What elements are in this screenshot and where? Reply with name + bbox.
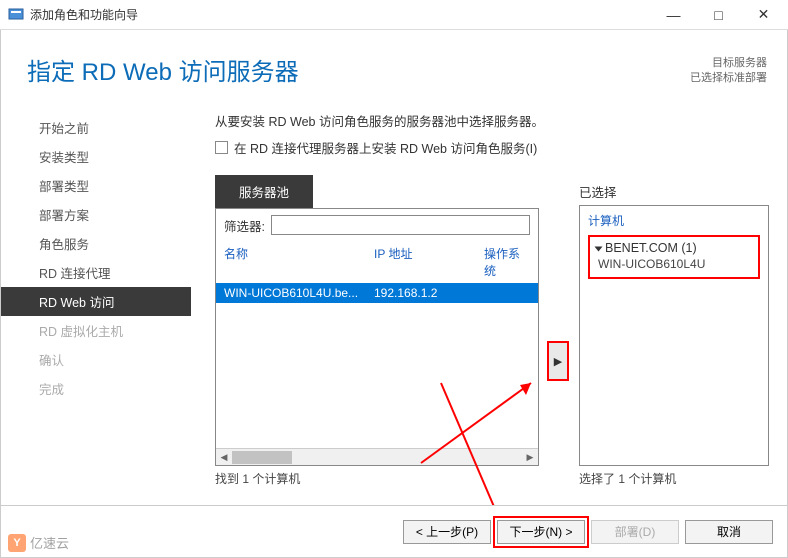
selected-header: 计算机 <box>588 212 760 229</box>
wizard-nav: 开始之前 安装类型 部署类型 部署方案 角色服务 RD 连接代理 RD Web … <box>1 93 191 505</box>
selected-box: 计算机 BENET.COM (1) WIN-UICOB610L4U <box>579 205 769 466</box>
target-info: 目标服务器 已选择标准部署 <box>690 56 767 87</box>
nav-confirm[interactable]: 确认 <box>1 345 191 374</box>
col-name[interactable]: 名称 <box>224 245 374 279</box>
minimize-button[interactable]: — <box>651 0 696 29</box>
cancel-button[interactable]: 取消 <box>685 520 773 544</box>
selected-label: 已选择 <box>579 175 769 201</box>
column-headers: 名称 IP 地址 操作系统 <box>216 241 538 283</box>
nav-before-begin[interactable]: 开始之前 <box>1 113 191 142</box>
nav-complete[interactable]: 完成 <box>1 374 191 403</box>
page-title: 指定 RD Web 访问服务器 <box>27 52 690 87</box>
add-server-button[interactable]: ▶ <box>547 341 569 381</box>
nav-deploy-scenario[interactable]: 部署方案 <box>1 200 191 229</box>
install-on-broker-checkbox[interactable] <box>215 141 228 154</box>
col-os[interactable]: 操作系统 <box>484 245 530 279</box>
app-icon <box>8 7 24 23</box>
filter-label: 筛选器: <box>224 216 265 235</box>
scroll-left-icon[interactable]: ◀ <box>216 449 232 466</box>
expand-icon[interactable] <box>595 246 603 251</box>
next-button[interactable]: 下一步(N) > <box>497 520 585 544</box>
selected-group[interactable]: BENET.COM (1) WIN-UICOB610L4U <box>588 235 760 279</box>
col-ip[interactable]: IP 地址 <box>374 245 484 279</box>
filter-input[interactable] <box>271 215 530 235</box>
watermark: Y 亿速云 <box>8 533 69 552</box>
install-on-broker-label: 在 RD 连接代理服务器上安装 RD Web 访问角色服务(I) <box>234 138 537 157</box>
nav-rd-web[interactable]: RD Web 访问 <box>1 287 191 316</box>
server-row[interactable]: WIN-UICOB610L4U.be... 192.168.1.2 <box>216 283 538 303</box>
watermark-icon: Y <box>8 534 26 552</box>
server-pool-box: 筛选器: 名称 IP 地址 操作系统 WIN-UICOB610L4U.be...… <box>215 208 539 466</box>
nav-role-services[interactable]: 角色服务 <box>1 229 191 258</box>
previous-button[interactable]: < 上一步(P) <box>403 520 491 544</box>
nav-install-type[interactable]: 安装类型 <box>1 142 191 171</box>
server-pool-tab[interactable]: 服务器池 <box>215 175 313 208</box>
horizontal-scrollbar[interactable]: ◀ ▶ <box>216 448 538 465</box>
deploy-button: 部署(D) <box>591 520 679 544</box>
nav-deploy-type[interactable]: 部署类型 <box>1 171 191 200</box>
nav-rd-virt[interactable]: RD 虚拟化主机 <box>1 316 191 345</box>
selected-server-item[interactable]: WIN-UICOB610L4U <box>596 257 752 271</box>
nav-rd-broker[interactable]: RD 连接代理 <box>1 258 191 287</box>
arrow-right-icon: ▶ <box>554 355 562 368</box>
close-button[interactable]: ✕ <box>741 0 786 29</box>
selected-count: 选择了 1 个计算机 <box>579 466 769 487</box>
instruction-text: 从要安装 RD Web 访问角色服务的服务器池中选择服务器。 <box>215 111 769 130</box>
found-count: 找到 1 个计算机 <box>215 466 539 487</box>
scroll-right-icon[interactable]: ▶ <box>522 449 538 466</box>
window-title: 添加角色和功能向导 <box>30 6 651 23</box>
maximize-button[interactable]: □ <box>696 0 741 29</box>
